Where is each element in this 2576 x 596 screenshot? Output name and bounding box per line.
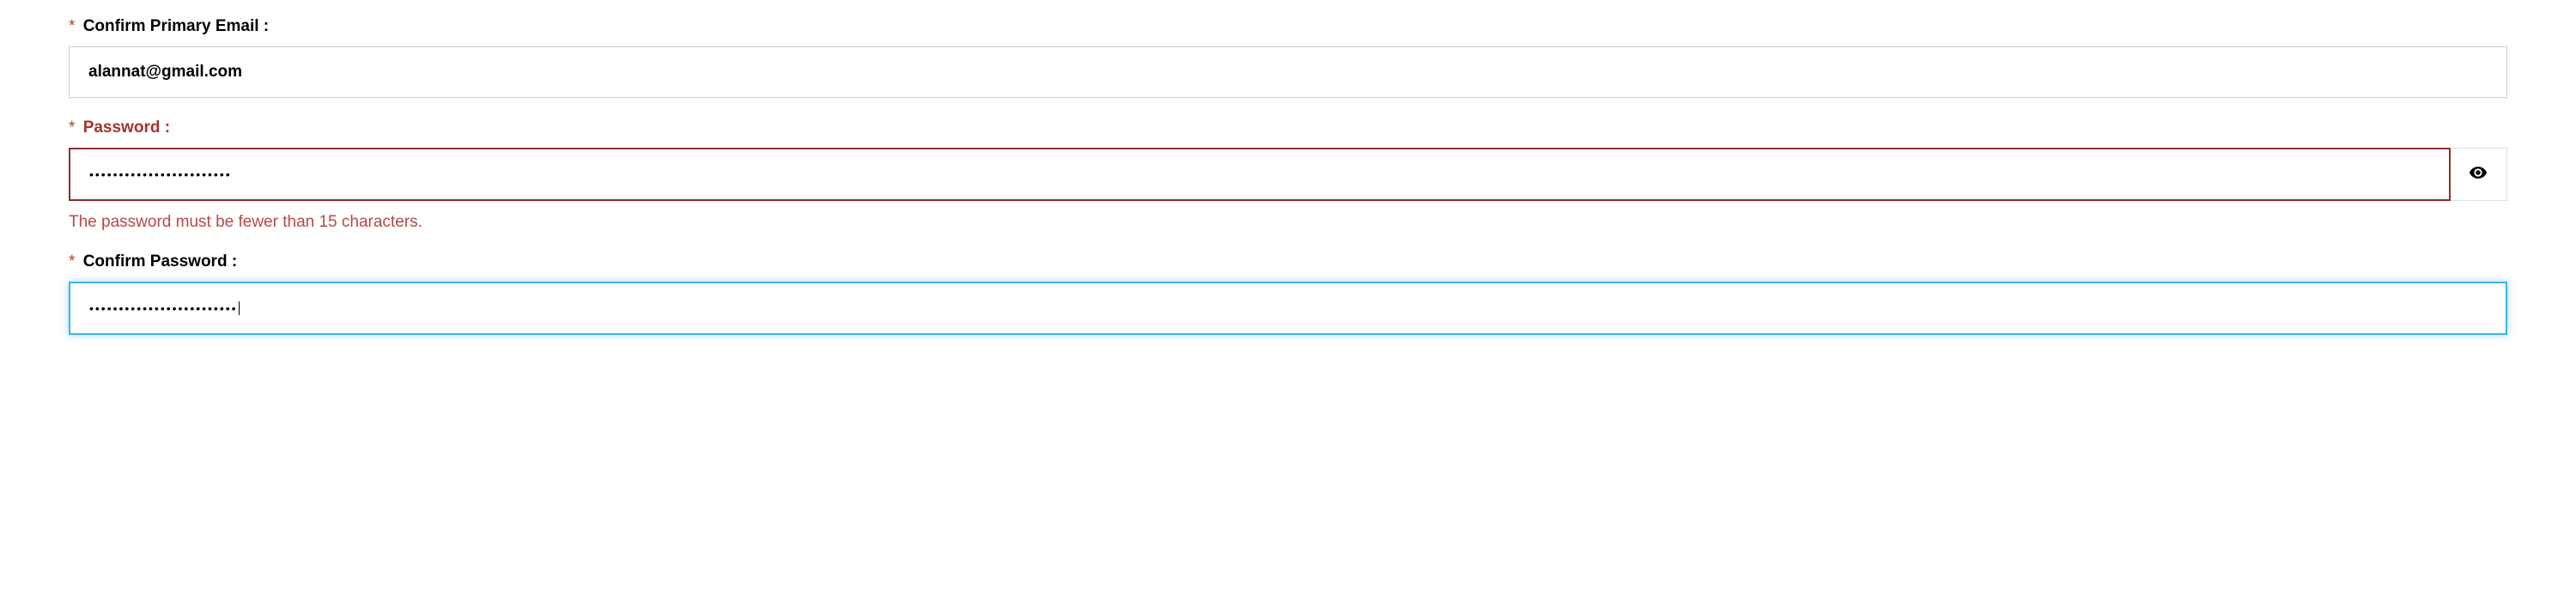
password-input-wrapper: •••••••••••••••••••••••• — [69, 148, 2507, 201]
confirm-email-label-text: Confirm Primary Email : — [83, 17, 269, 35]
text-caret — [239, 301, 240, 315]
password-error-message: The password must be fewer than 15 chara… — [69, 213, 2507, 232]
password-label: * Password : — [69, 119, 2507, 137]
confirm-email-field-group: * Confirm Primary Email : — [69, 17, 2507, 98]
toggle-password-visibility-button[interactable] — [2451, 148, 2507, 201]
eye-icon — [2469, 163, 2488, 186]
confirm-email-label: * Confirm Primary Email : — [69, 17, 2507, 36]
password-masked-value: •••••••••••••••••••••••• — [89, 167, 232, 181]
required-mark: * — [69, 252, 75, 271]
required-mark: * — [69, 17, 75, 35]
confirm-email-input[interactable] — [69, 46, 2507, 98]
password-input[interactable]: •••••••••••••••••••••••• — [69, 148, 2451, 201]
confirm-password-label-text: Confirm Password : — [83, 252, 237, 271]
confirm-email-input-wrapper — [69, 46, 2507, 98]
confirm-password-input[interactable]: ••••••••••••••••••••••••• — [69, 282, 2507, 335]
confirm-password-input-wrapper: ••••••••••••••••••••••••• — [69, 282, 2507, 335]
required-mark: * — [69, 119, 75, 137]
confirm-password-masked-value: ••••••••••••••••••••••••• — [89, 301, 238, 315]
password-field-group: * Password : •••••••••••••••••••••••• Th… — [69, 119, 2507, 232]
password-label-text: Password : — [83, 119, 170, 137]
confirm-password-label: * Confirm Password : — [69, 252, 2507, 271]
confirm-password-field-group: * Confirm Password : •••••••••••••••••••… — [69, 252, 2507, 335]
